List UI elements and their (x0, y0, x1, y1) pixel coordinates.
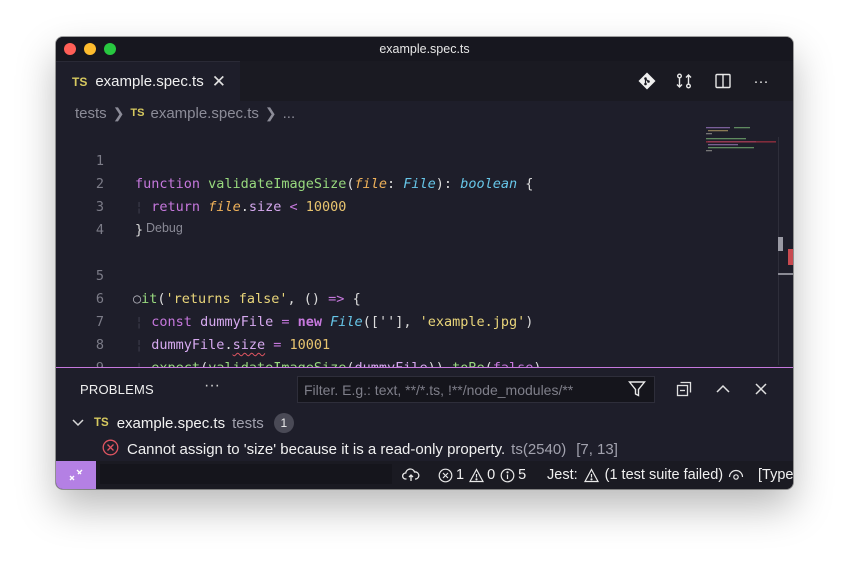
jest-status[interactable]: Jest: (1 test suite failed) (547, 461, 744, 489)
vscode-window: example.spec.ts TS example.spec.ts ✕ ··· (56, 37, 793, 489)
panel-more-button[interactable]: ··· (204, 377, 220, 395)
title-bar: example.spec.ts (56, 37, 793, 61)
jest-status-text: (1 test suite failed) (604, 467, 724, 483)
tab-problems[interactable]: PROBLEMS (80, 382, 154, 397)
language-mode[interactable]: [Type (758, 461, 793, 489)
watch-icon (729, 469, 744, 480)
code-editor[interactable]: 1 function validateImageSize(file: File)… (56, 127, 793, 399)
error-icon (102, 439, 119, 460)
close-panel-icon[interactable] (752, 380, 770, 398)
info-icon (500, 468, 515, 482)
maximize-panel-icon[interactable] (714, 380, 732, 398)
typescript-file-icon: TS (72, 74, 88, 89)
breadcrumb-file[interactable]: example.spec.ts (150, 105, 258, 122)
breadcrumb-folder[interactable]: tests (75, 105, 107, 122)
problem-message: Cannot assign to 'size' because it is a … (127, 440, 506, 458)
editor-actions (636, 61, 658, 101)
editor-tab-bar: TS example.spec.ts ✕ ··· (56, 61, 793, 101)
editor-scrollbar[interactable] (778, 125, 793, 365)
typescript-file-icon: TS (94, 417, 109, 429)
tab-example-spec[interactable]: TS example.spec.ts ✕ (56, 61, 240, 101)
chevron-down-icon (72, 415, 84, 432)
error-icon (438, 468, 453, 482)
remote-indicator[interactable] (56, 461, 96, 489)
filter-icon[interactable] (628, 380, 646, 403)
warning-icon (583, 467, 599, 482)
window-title: example.spec.ts (379, 42, 470, 56)
problem-item[interactable]: Cannot assign to 'size' because it is a … (102, 438, 618, 460)
breadcrumb-symbol[interactable]: ... (283, 105, 296, 122)
problem-source: ts(2540) (511, 440, 567, 458)
code-line: 5 ○it('returns false', () => { (56, 242, 696, 307)
error-count: 1 (456, 467, 465, 483)
problem-file-name: example.spec.ts (116, 414, 226, 432)
code-line: 4 (56, 196, 696, 238)
code-line: 7 ¦ dummyFile.size = 10001 (56, 288, 696, 353)
code-line: 2 ¦ return file.size < 10000 (56, 150, 696, 215)
breadcrumb: tests ❯ TS example.spec.ts ❯ ... (56, 101, 793, 125)
maximize-window-button[interactable] (104, 43, 116, 55)
problem-position: [7, 13] (576, 440, 618, 458)
info-count: 5 (518, 467, 527, 483)
git-icon[interactable] (636, 70, 658, 92)
code-line: 9 }) (56, 334, 696, 399)
close-window-button[interactable] (64, 43, 76, 55)
tab-title: example.spec.ts (95, 73, 204, 90)
warning-count: 0 (487, 467, 496, 483)
code-line: 3 } (56, 173, 696, 238)
code-line: 8 ¦ expect(validateImageSize(dummyFile))… (56, 311, 696, 376)
code-line: 1 function validateImageSize(file: File)… (56, 127, 696, 192)
problem-file-row[interactable]: TS example.spec.ts tests 1 (72, 412, 294, 434)
warning-icon (469, 467, 485, 482)
status-bar: 1 0 5 Jest: (1 test suite failed) [Type (56, 461, 793, 489)
problems-summary[interactable]: 1 0 5 (438, 461, 526, 489)
split-editor-icon[interactable] (712, 70, 734, 92)
tab-close-icon[interactable]: ✕ (212, 72, 226, 92)
line-number: 4 (95, 222, 104, 238)
minimize-window-button[interactable] (84, 43, 96, 55)
problem-file-folder: tests (232, 414, 264, 432)
chevron-right-icon: ❯ (112, 104, 125, 121)
sync-icon[interactable] (402, 461, 420, 489)
collapse-all-icon[interactable] (675, 380, 693, 398)
chevron-right-icon: ❯ (264, 104, 277, 121)
typescript-file-icon: TS (130, 107, 145, 119)
problems-panel: PROBLEMS ··· TS example.spec.ts tests 1 (56, 368, 793, 461)
problems-filter-input[interactable] (297, 376, 655, 403)
compare-changes-icon[interactable] (673, 70, 695, 92)
status-progress-area (100, 464, 392, 484)
jest-label: Jest: (547, 467, 578, 483)
debug-codelens[interactable]: Debug (146, 221, 183, 235)
more-actions-button[interactable]: ··· (750, 70, 772, 92)
code-line: 6 ¦ const dummyFile = new File([''], 'ex… (56, 265, 696, 330)
problem-count-badge: 1 (273, 413, 294, 433)
minimap[interactable] (704, 125, 776, 155)
